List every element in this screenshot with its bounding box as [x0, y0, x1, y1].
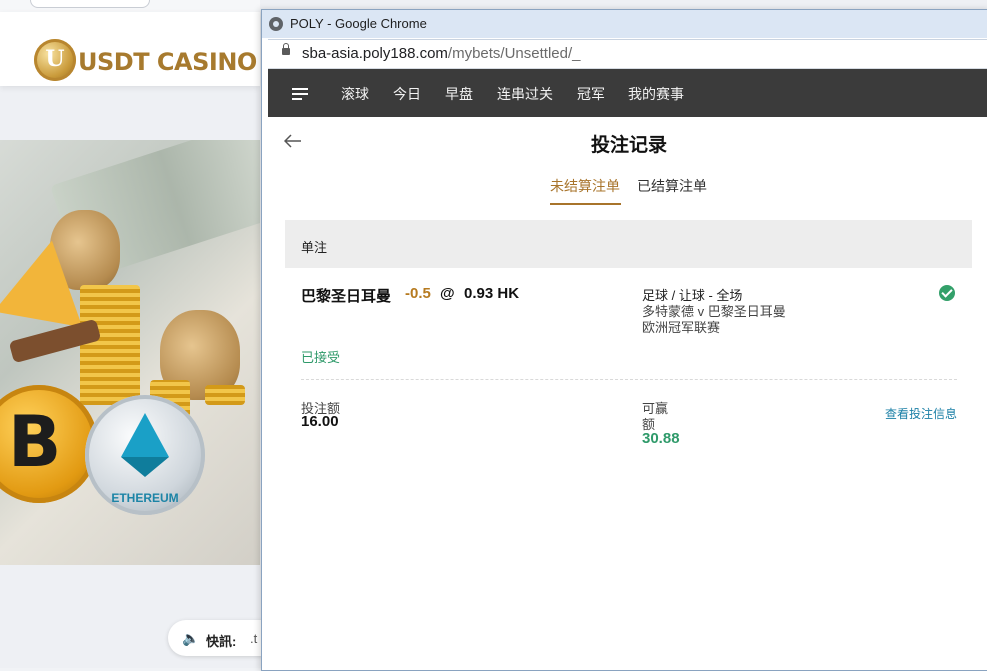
bet-odds: 0.93 HK: [464, 285, 520, 302]
url-text[interactable]: sba-asia.poly188.com/mybets/Unsettled/_: [302, 45, 580, 62]
bet-selection: 巴黎圣日耳曼: [301, 288, 392, 305]
nav-item-my-events[interactable]: 我的赛事: [628, 84, 684, 104]
lock-icon[interactable]: [282, 43, 290, 55]
nav-item-outright[interactable]: 冠军: [577, 84, 605, 104]
ethereum-logo-icon: [121, 413, 169, 457]
section-header-single: 单注: [285, 220, 972, 268]
active-tab-underline: [550, 203, 621, 205]
dashed-divider: [301, 379, 957, 380]
bet-at-symbol: @: [440, 285, 455, 302]
casino-hero-banner: B ETHEREUM: [0, 140, 260, 565]
tab-unsettled[interactable]: 未结算注单: [550, 176, 620, 196]
casino-header: U USDT CASINO: [0, 12, 260, 86]
background-top-strip: [0, 0, 260, 12]
ticker-text: .t: [250, 631, 258, 646]
check-circle-icon: [939, 285, 955, 301]
window-title: POLY - Google Chrome: [290, 16, 427, 31]
tab-settled[interactable]: 已结算注单: [637, 176, 707, 196]
ethereum-coin-image: ETHEREUM: [85, 395, 205, 515]
url-host: sba-asia.poly188.com: [302, 45, 448, 62]
bet-league: 欧洲冠军联赛: [642, 320, 721, 335]
bet-handicap: -0.5: [405, 285, 431, 302]
nav-item-today[interactable]: 今日: [393, 84, 421, 104]
background-search-pill[interactable]: [30, 0, 150, 8]
chrome-icon: [269, 17, 283, 31]
nav-item-live[interactable]: 滚球: [341, 84, 369, 104]
view-bet-details-link[interactable]: 查看投注信息: [885, 405, 957, 422]
nav-item-parlay[interactable]: 连串过关: [497, 84, 553, 104]
hamburger-menu-icon[interactable]: [292, 88, 308, 100]
page-title: 投注记录: [590, 135, 667, 156]
potential-win-value: 30.88: [642, 430, 680, 447]
sports-navbar: 滚球 今日 早盘 连串过关 冠军 我的赛事: [268, 69, 987, 117]
ethereum-logo-lower: [121, 457, 169, 477]
bet-status: 已接受: [301, 350, 341, 365]
address-bar[interactable]: sba-asia.poly188.com/mybets/Unsettled/_: [268, 39, 987, 69]
coin-stack-image: [205, 385, 245, 405]
casino-logo-coin[interactable]: U: [34, 39, 76, 81]
casino-logo-letter: U: [45, 46, 65, 72]
casino-logo-text[interactable]: USDT CASINO: [78, 48, 257, 76]
ticker-label: 快訊:: [206, 634, 237, 649]
section-title: 单注: [301, 240, 328, 255]
chrome-popup-window: POLY - Google Chrome sba-asia.poly188.co…: [261, 9, 987, 671]
nav-item-early[interactable]: 早盘: [445, 84, 473, 104]
url-path: /mybets/Unsettled/_: [447, 45, 581, 62]
window-titlebar[interactable]: POLY - Google Chrome: [262, 10, 987, 38]
coin-stack-image: [80, 285, 140, 405]
speaker-icon: 🔈: [182, 630, 200, 646]
stake-value: 16.00: [301, 413, 339, 430]
bet-history-content: 投注记录 未结算注单 已结算注单 单注 巴黎圣日耳曼 -0.5 @ 0.93 H…: [268, 117, 987, 670]
ethereum-label: ETHEREUM: [111, 491, 179, 505]
